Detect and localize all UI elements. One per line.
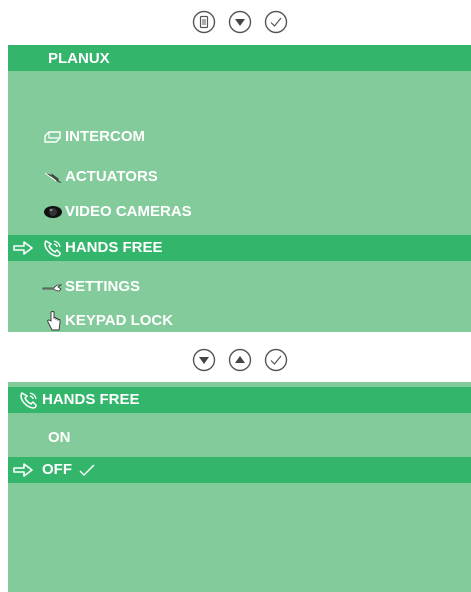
menu-item-label: KEYPAD LOCK [65, 312, 174, 329]
menu-button[interactable] [192, 10, 216, 34]
actuator-icon [42, 167, 64, 187]
top-button-row [8, 2, 471, 42]
middle-button-row [8, 340, 471, 380]
menu-item-actuators[interactable]: ACTUATORS [8, 164, 471, 190]
menu-item-label: HANDS FREE [65, 239, 163, 256]
submenu-title: HANDS FREE [8, 387, 471, 413]
down-arrow-icon [192, 348, 215, 372]
phone-icon [42, 238, 64, 258]
phone-icon [18, 390, 40, 410]
down-button[interactable] [192, 348, 216, 372]
hand-pointer-icon [42, 311, 64, 331]
option-on[interactable]: ON [8, 425, 471, 451]
menu-item-label: VIDEO CAMERAS [65, 203, 192, 220]
option-off[interactable]: OFF [8, 457, 471, 483]
submenu-title-text: HANDS FREE [42, 391, 140, 408]
menu-item-label: SETTINGS [65, 278, 141, 295]
up-button[interactable] [228, 348, 252, 372]
menu-title-text: PLANUX [48, 49, 110, 67]
checkmark-icon [78, 463, 96, 477]
check-icon [264, 348, 287, 372]
down-arrow-icon [228, 10, 251, 34]
confirm-button[interactable] [264, 10, 288, 34]
menu-icon [192, 10, 215, 34]
camera-icon [42, 202, 64, 222]
down-button[interactable] [228, 10, 252, 34]
confirm-button[interactable] [264, 348, 288, 372]
menu-item-keypad-lock[interactable]: KEYPAD LOCK [8, 308, 471, 334]
selection-arrow-icon [12, 462, 34, 478]
menu-title: PLANUX [8, 45, 471, 71]
menu-item-settings[interactable]: SETTINGS [8, 274, 471, 300]
menu-item-video-cameras[interactable]: VIDEO CAMERAS [8, 199, 471, 225]
menu-item-label: ACTUATORS [65, 168, 158, 185]
check-icon [264, 10, 287, 34]
menu-item-hands-free[interactable]: HANDS FREE [8, 235, 471, 261]
wrench-icon [42, 277, 64, 297]
option-label-wrap: OFF [42, 461, 96, 478]
menu-item-label: INTERCOM [65, 128, 145, 145]
option-label: OFF [42, 461, 72, 478]
main-menu-panel: PLANUX INTERCOM ACTUATORS VIDEO CAMERAS … [8, 45, 471, 332]
hands-free-panel: HANDS FREE ON OFF [8, 382, 471, 592]
up-arrow-icon [228, 348, 251, 372]
intercom-icon [42, 127, 64, 147]
option-label: ON [48, 429, 71, 446]
menu-item-intercom[interactable]: INTERCOM [8, 124, 471, 150]
selection-arrow-icon [12, 240, 34, 256]
